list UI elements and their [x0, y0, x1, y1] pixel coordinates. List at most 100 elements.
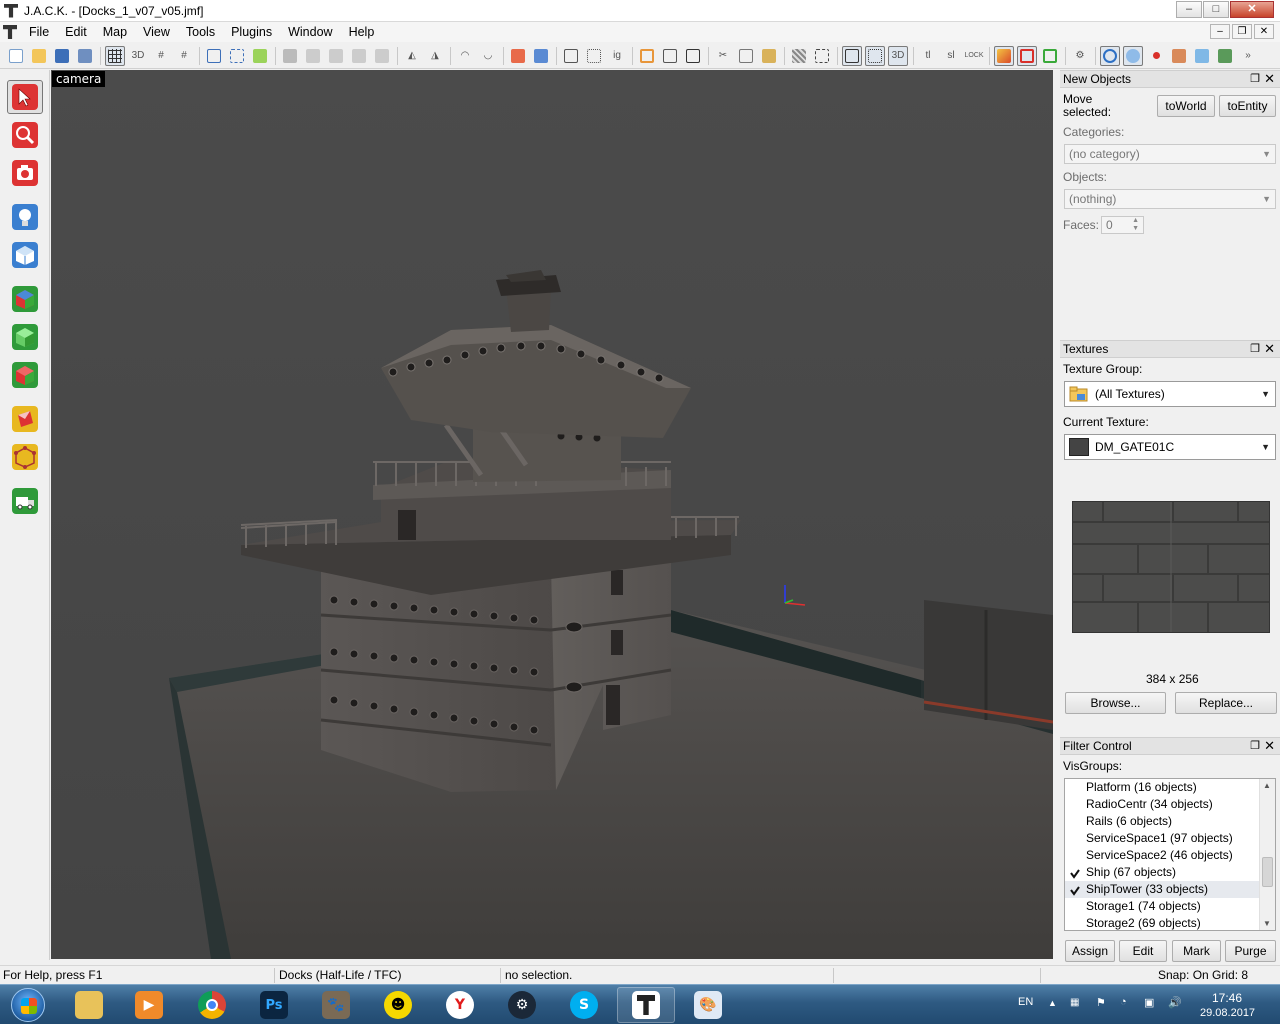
entity-tool-button[interactable]	[7, 200, 43, 234]
orange-tool-icon[interactable]	[637, 46, 657, 66]
assign-button[interactable]: Assign	[1065, 940, 1115, 962]
selection-tool-button[interactable]	[7, 80, 43, 114]
align-top-icon[interactable]	[349, 46, 369, 66]
block-tool-button[interactable]	[7, 238, 43, 272]
global-view-icon[interactable]	[1123, 45, 1143, 66]
panel-close-icon[interactable]: ✕	[1264, 71, 1275, 87]
copy-tool-icon[interactable]	[660, 46, 680, 66]
taskbar-jack[interactable]	[617, 987, 675, 1023]
3d-view-icon[interactable]: 3D	[888, 45, 908, 66]
scroll-down-icon[interactable]: ▼	[1263, 919, 1271, 928]
copy-icon[interactable]	[736, 46, 756, 66]
visgroup-item[interactable]: RadioCentr (34 objects)	[1065, 796, 1275, 813]
tray-clock-app-icon[interactable]: ◔	[1120, 996, 1127, 1008]
3d-scene[interactable]	[51, 70, 1053, 959]
carve-icon[interactable]	[250, 46, 270, 66]
menu-view[interactable]: View	[135, 22, 178, 42]
larger-grid-icon[interactable]: #	[174, 46, 194, 66]
group-icon[interactable]	[204, 46, 224, 66]
scroll-up-icon[interactable]: ▲	[1263, 781, 1271, 790]
edit-button[interactable]: Edit	[1119, 940, 1167, 962]
tl-icon[interactable]: tl	[918, 46, 938, 66]
taskbar-media-player[interactable]: ▶	[120, 987, 178, 1023]
camera-viewport[interactable]: camera	[51, 70, 1053, 959]
menu-help[interactable]: Help	[341, 22, 383, 42]
checkmark-icon[interactable]	[1070, 884, 1080, 896]
menu-map[interactable]: Map	[95, 22, 135, 42]
faces-stepper[interactable]: 0 ▲ ▼	[1101, 216, 1144, 234]
action-center-flag-icon[interactable]: ⚑	[1096, 996, 1106, 1009]
doc-close-button[interactable]: ✕	[1254, 24, 1274, 39]
clock-date[interactable]: 29.08.2017	[1200, 1007, 1255, 1019]
green-entity-icon[interactable]	[1040, 46, 1060, 66]
lock-icon[interactable]: LOCK	[964, 46, 984, 66]
menu-file[interactable]: File	[21, 22, 57, 42]
visgroup-item[interactable]: Storage1 (74 objects)	[1065, 898, 1275, 915]
to-entity-button[interactable]: toEntity	[1219, 95, 1276, 117]
select-none-icon[interactable]	[584, 46, 604, 66]
visgroups-scrollbar[interactable]: ▲ ▼	[1259, 779, 1275, 930]
menu-tools[interactable]: Tools	[178, 22, 223, 42]
close-button[interactable]: ✕	[1230, 1, 1274, 18]
taskbar-yandex[interactable]: Y	[431, 987, 489, 1023]
taskbar-steam[interactable]: ⚙	[493, 987, 551, 1023]
3d-grid-icon[interactable]: 3D	[128, 46, 148, 66]
skew-icon[interactable]: ◡	[478, 46, 498, 66]
mark-button[interactable]: Mark	[1172, 940, 1221, 962]
ignore-groups-icon[interactable]: ig	[607, 46, 627, 66]
taskbar-skype[interactable]: S	[555, 987, 613, 1023]
menu-plugins[interactable]: Plugins	[223, 22, 280, 42]
save-as-icon[interactable]	[75, 46, 95, 66]
taskbar-yellow-app[interactable]: ☻	[369, 987, 427, 1023]
viewport-label[interactable]: camera	[52, 71, 106, 87]
panel-close-icon[interactable]: ✕	[1264, 738, 1275, 754]
paste-icon[interactable]	[759, 46, 779, 66]
tray-expand-icon[interactable]: ▲	[1048, 998, 1057, 1008]
film-icon[interactable]	[1215, 46, 1235, 66]
visgroup-item[interactable]: Platform (16 objects)	[1065, 779, 1275, 796]
taskbar-explorer[interactable]	[60, 987, 118, 1023]
visgroup-item[interactable]: Storage2 (69 objects)	[1065, 915, 1275, 930]
network-icon[interactable]: ▣	[1144, 996, 1154, 1009]
show-all-icon[interactable]	[531, 46, 551, 66]
taskbar-chrome[interactable]	[183, 987, 241, 1023]
grid-icon[interactable]	[105, 45, 125, 66]
cut-icon[interactable]: ✂	[713, 46, 733, 66]
language-indicator[interactable]: EN	[1018, 996, 1033, 1008]
replace-button[interactable]: Replace...	[1175, 692, 1277, 714]
new-file-icon[interactable]	[6, 46, 26, 66]
current-texture-select[interactable]: DM_GATE01C ▼	[1064, 434, 1276, 460]
clip-tool-button[interactable]	[7, 402, 43, 436]
align-bottom-icon[interactable]	[372, 46, 392, 66]
taskbar-gimp[interactable]: 🐾	[307, 987, 365, 1023]
select-all-icon[interactable]	[561, 46, 581, 66]
visgroup-item[interactable]: Rails (6 objects)	[1065, 813, 1275, 830]
panel-close-icon[interactable]: ✕	[1264, 341, 1275, 357]
document-icon[interactable]	[3, 25, 17, 39]
doc-restore-button[interactable]: ❐	[1232, 24, 1252, 39]
point-icon[interactable]	[1146, 46, 1166, 66]
ungroup-icon[interactable]	[227, 46, 247, 66]
visgroup-item[interactable]: ServiceSpace1 (97 objects)	[1065, 830, 1275, 847]
start-button[interactable]	[4, 986, 52, 1024]
menu-edit[interactable]: Edit	[57, 22, 95, 42]
camera-view-icon[interactable]	[1100, 45, 1120, 66]
flip-v-icon[interactable]: ◮	[425, 46, 445, 66]
vertex-tool-button[interactable]	[7, 440, 43, 474]
scroll-thumb[interactable]	[1262, 857, 1273, 887]
categories-select[interactable]: (no category) ▼	[1064, 144, 1276, 164]
toolbar-overflow-icon[interactable]: »	[1238, 46, 1258, 66]
red-entity-icon[interactable]	[1017, 45, 1037, 66]
browse-button[interactable]: Browse...	[1065, 692, 1166, 714]
align-icon[interactable]	[280, 46, 300, 66]
align-right-icon[interactable]	[326, 46, 346, 66]
clock-time[interactable]: 17:46	[1212, 991, 1242, 1005]
panel-float-icon[interactable]: ❐	[1250, 72, 1260, 85]
smaller-grid-icon[interactable]: #	[151, 46, 171, 66]
visgroups-list[interactable]: Platform (16 objects) RadioCentr (34 obje…	[1064, 778, 1276, 931]
apply-texture-button[interactable]	[7, 320, 43, 354]
magnify-tool-button[interactable]	[7, 118, 43, 152]
hide-selected-icon[interactable]	[508, 46, 528, 66]
selection-box-icon[interactable]	[842, 45, 862, 66]
person-icon[interactable]	[1169, 46, 1189, 66]
